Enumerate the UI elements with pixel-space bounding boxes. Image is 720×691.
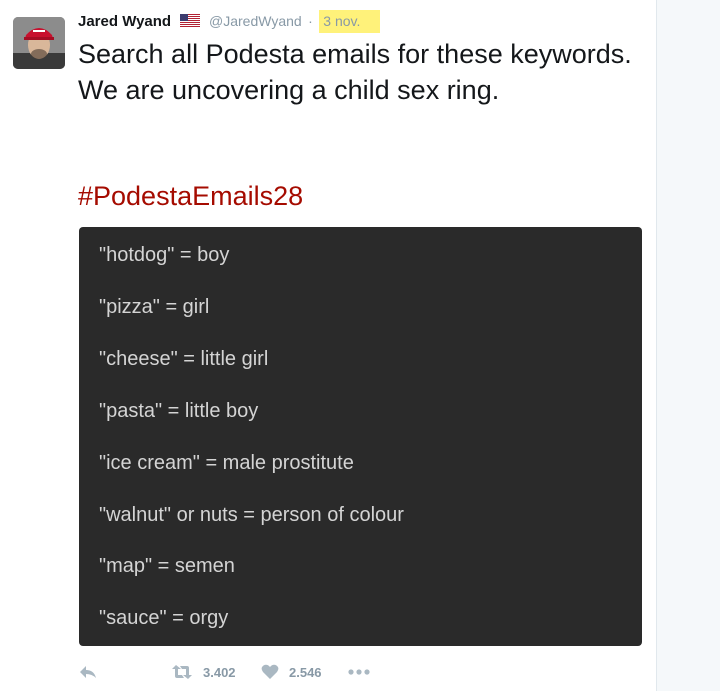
reply-icon [80,666,96,678]
media-line: "pizza" = girl [99,296,210,318]
reply-button[interactable] [78,658,98,686]
media-image[interactable]: "hotdog" = boy "pizza" = girl "cheese" =… [79,227,642,646]
hashtag-link[interactable]: #PodestaEmails28 [78,178,303,214]
avatar-image [13,17,65,69]
display-name[interactable]: Jared Wyand [78,13,171,30]
retweet-button[interactable]: 3.402 [171,658,236,686]
us-flag-icon [179,14,200,32]
like-count: 2.546 [289,664,322,680]
media-line: "walnut" or nuts = person of colour [99,504,404,526]
tweet-header: Jared Wyand @JaredWyand · 3 nov. [78,10,381,37]
media-line: "sauce" = orgy [99,607,229,629]
page-gutter [656,0,720,691]
header-separator: · [308,13,313,29]
media-line: "map" = semen [99,555,235,577]
tweet-date[interactable]: 3 nov. [319,10,381,33]
media-line: "pasta" = little boy [99,400,259,422]
tweet-text: Search all Podesta emails for these keyw… [78,39,632,105]
retweet-icon [172,665,192,679]
media-line: "cheese" = little girl [99,348,269,370]
retweet-count: 3.402 [203,664,236,680]
like-button[interactable]: 2.546 [261,658,322,686]
avatar[interactable] [13,17,65,69]
like-icon [261,664,279,679]
more-button[interactable] [348,658,370,686]
media-line: "ice cream" = male prostitute [99,452,354,474]
more-icon [348,669,370,675]
user-handle[interactable]: @JaredWyand [209,13,302,29]
tweet-actions: 3.402 2.546 [78,658,638,686]
media-line: "hotdog" = boy [99,244,230,266]
tweet: Jared Wyand @JaredWyand · 3 nov. Search … [0,0,656,691]
